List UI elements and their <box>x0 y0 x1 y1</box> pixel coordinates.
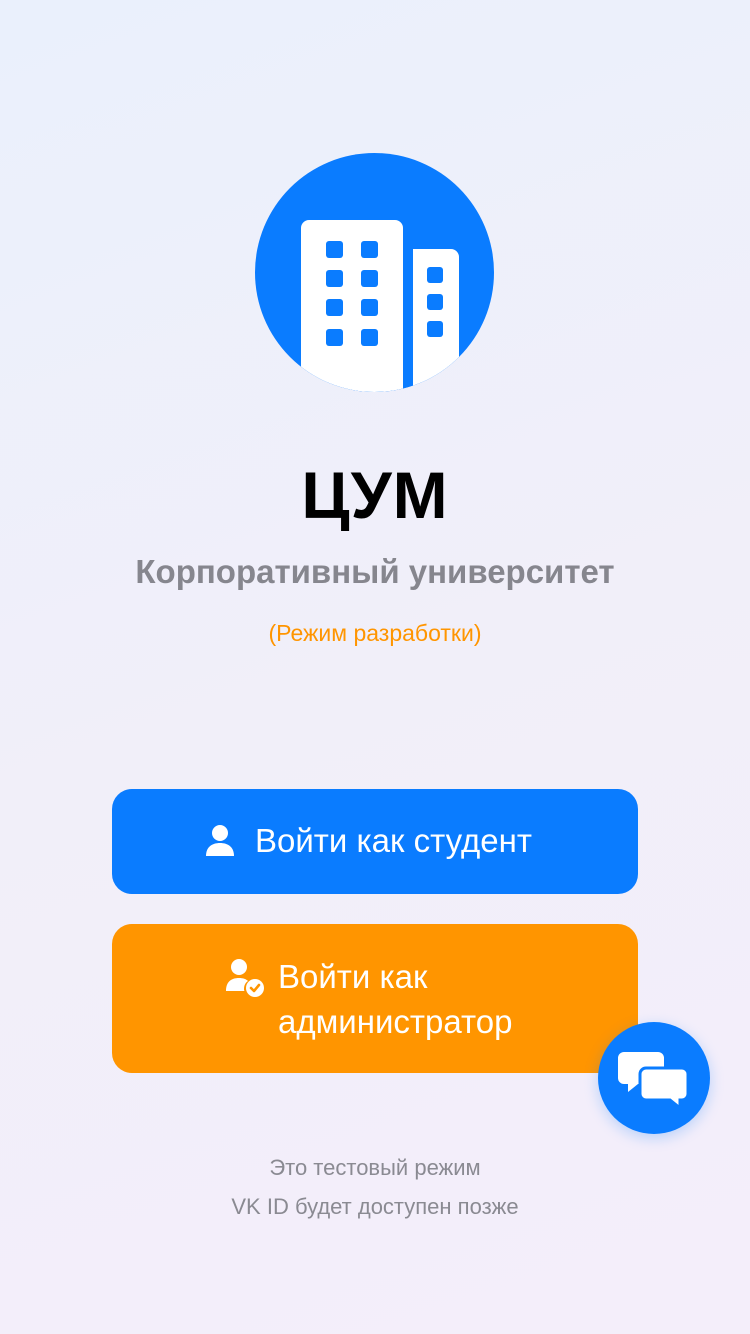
login-student-button[interactable]: Войти как студент <box>112 789 638 894</box>
app-subtitle: Корпоративный университет <box>135 553 615 590</box>
person-icon <box>206 825 234 856</box>
login-admin-button[interactable]: Войти как администратор <box>112 924 638 1073</box>
person-checkmark-icon <box>226 959 264 997</box>
support-chat-button[interactable] <box>598 1022 710 1134</box>
login-admin-label: Войти как администратор <box>278 958 513 1040</box>
buildings-icon <box>301 213 459 392</box>
test-mode-note: Это тестовый режим <box>269 1155 481 1180</box>
dev-mode-label: (Режим разработки) <box>268 620 482 646</box>
app-logo <box>255 153 494 392</box>
login-student-label: Войти как студент <box>255 822 532 859</box>
vk-id-note: VK ID будет доступен позже <box>231 1194 519 1219</box>
chat-bubbles-icon <box>618 1052 690 1110</box>
app-title: ЦУМ <box>301 458 449 532</box>
